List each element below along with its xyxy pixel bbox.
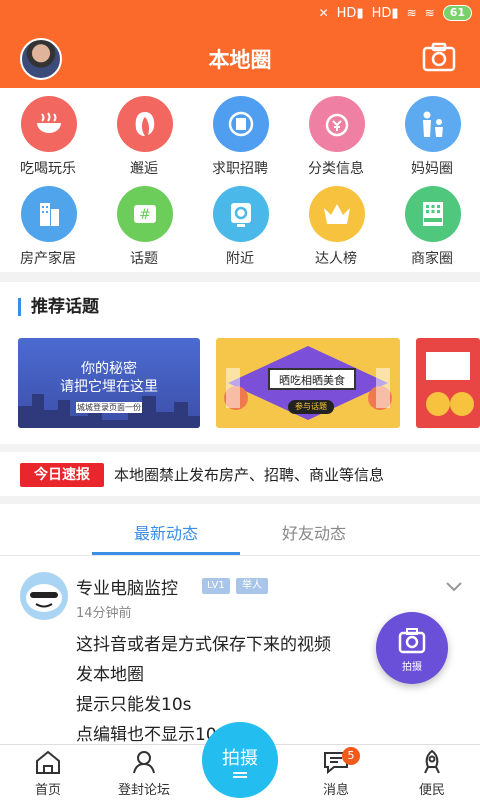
nav-label: 首页 <box>34 783 61 798</box>
grid-item-ranking[interactable]: 达人榜 <box>288 178 384 268</box>
forum-icon <box>133 751 155 774</box>
grid-item-merchants[interactable]: 商家圈 <box>384 178 480 268</box>
grid-item-label: 吃喝玩乐 <box>20 161 76 177</box>
post-text-line: 这抖音或者是方式保存下来的视频 <box>76 635 331 655</box>
grid-item-label: 话题 <box>130 251 158 267</box>
nav-label: 登封论坛 <box>117 783 170 798</box>
grid-item-label: 分类信息 <box>308 161 364 177</box>
section-title: 推荐话题 <box>18 298 99 316</box>
rocket-icon <box>424 749 440 774</box>
grid-item-realestate[interactable]: 房产家居 <box>0 178 96 268</box>
nav-forum[interactable]: 登封论坛 <box>96 745 192 800</box>
hash-icon: # <box>117 186 173 242</box>
hotel-icon <box>405 186 461 242</box>
header-bar: ✕ HD▮ HD▮ ≋ ≋ 61 本地圈 <box>0 0 480 88</box>
topic-banner-food[interactable]: 晒吃相晒美食 参与话题 <box>216 338 400 428</box>
signal-icon-1: HD▮ <box>336 5 364 21</box>
banner-text: 晒吃相晒美食 <box>268 368 356 390</box>
banner-text: 你的秘密 请把它埋在这里 <box>18 360 200 396</box>
status-icons: ✕ HD▮ HD▮ ≋ ≋ 61 <box>319 5 472 21</box>
nav-service[interactable]: 便民 <box>384 745 480 800</box>
ticker-text: 本地圈禁止发布房产、招聘、商业等信息 <box>114 466 385 484</box>
feed-tabs: 最新动态 好友动态 <box>0 504 480 556</box>
grid-item-classifieds[interactable]: 分类信息 <box>288 88 384 178</box>
mute-icon: ✕ <box>318 6 329 20</box>
family-icon <box>405 96 461 152</box>
money-clock-icon <box>309 96 365 152</box>
post-text-line: 发本地圈 <box>76 665 144 685</box>
status-bar: ✕ HD▮ HD▮ ≋ ≋ 61 <box>0 0 480 30</box>
message-count-badge: 5 <box>342 747 360 765</box>
grid-item-nearby[interactable]: 附近 <box>192 178 288 268</box>
nav-label: 便民 <box>418 783 445 798</box>
grid-item-label: 求职招聘 <box>212 161 268 177</box>
building-icon <box>21 186 77 242</box>
banner-illustration <box>426 352 474 416</box>
center-button-label: 拍摄 <box>222 748 258 769</box>
grid-item-encounter[interactable]: 邂逅 <box>96 88 192 178</box>
grid-item-label: 商家圈 <box>411 251 453 267</box>
signal-icon-2: HD▮ <box>371 5 399 21</box>
banner-line-2: 请把它埋在这里 <box>60 379 158 395</box>
hire-icon <box>213 96 269 152</box>
camera-icon[interactable] <box>422 42 456 72</box>
topic-banner-secret[interactable]: 你的秘密 请把它埋在这里 城城登录页面一份 <box>18 338 200 428</box>
grid-item-label: 房产家居 <box>20 251 76 267</box>
grid-item-label: 邂逅 <box>130 161 158 177</box>
tab-latest[interactable]: 最新动态 <box>96 520 236 544</box>
nav-messages[interactable]: 5 消息 <box>288 745 384 800</box>
grid-item-jobs[interactable]: 求职招聘 <box>192 88 288 178</box>
grid-item-topics[interactable]: # 话题 <box>96 178 192 268</box>
post-timestamp: 14分钟前 <box>76 606 132 621</box>
floating-shoot-button[interactable]: 拍摄 <box>376 612 448 684</box>
grid-item-moms[interactable]: 妈妈圈 <box>384 88 480 178</box>
grid-item-label: 达人榜 <box>315 251 357 267</box>
home-icon <box>36 750 60 774</box>
center-shoot-button[interactable]: 拍摄 <box>202 722 278 798</box>
role-badge: 举人 <box>236 578 268 594</box>
page-title: 本地圈 <box>208 48 272 72</box>
battery-indicator: 61 <box>442 5 472 21</box>
post-text-line: 提示只能发10s <box>76 695 192 715</box>
recommended-topics-section: 推荐话题 你的秘密 请把它埋在这里 城城登录页面一份 晒吃相晒美食 参与话题 <box>0 282 480 444</box>
post-text-line: 点编辑也不显示10 <box>76 725 217 745</box>
grid-item-food[interactable]: 吃喝玩乐 <box>0 88 96 178</box>
bowl-icon <box>21 96 77 152</box>
grid-item-label: 妈妈圈 <box>411 161 453 177</box>
post-author-avatar[interactable] <box>20 572 68 620</box>
topic-banner-third[interactable] <box>416 338 480 428</box>
lady-icon <box>117 96 173 152</box>
news-ticker[interactable]: 今日速报 本地圈禁止发布房产、招聘、商业等信息 <box>0 452 480 496</box>
banner-line-1: 你的秘密 <box>81 361 137 377</box>
svg-text:#: # <box>139 207 151 223</box>
fab-label: 拍摄 <box>402 662 422 673</box>
banner-button: 参与话题 <box>288 400 334 414</box>
active-tab-indicator <box>92 552 240 555</box>
camera-icon <box>398 628 426 654</box>
menu-icon <box>233 772 247 778</box>
tab-friends[interactable]: 好友动态 <box>244 520 384 544</box>
banner-caption: 城城登录页面一份 <box>76 402 142 413</box>
crown-icon <box>309 186 365 242</box>
category-grid: 吃喝玩乐 邂逅 求职招聘 分类信息 妈妈圈 房产家居 # 话题 附近 达人榜 商… <box>0 88 480 272</box>
nav-home[interactable]: 首页 <box>0 745 96 800</box>
wifi-icon: ≋ <box>406 6 417 20</box>
nav-label: 消息 <box>322 783 349 798</box>
level-badge: LV1 <box>202 578 230 594</box>
chevron-down-icon[interactable] <box>446 582 462 592</box>
hotspot-icon: ≋ <box>424 6 435 20</box>
post-author-name[interactable]: 专业电脑监控 <box>76 574 178 599</box>
grid-item-label: 附近 <box>226 251 254 267</box>
ticker-badge: 今日速报 <box>20 463 104 487</box>
location-icon <box>213 186 269 242</box>
